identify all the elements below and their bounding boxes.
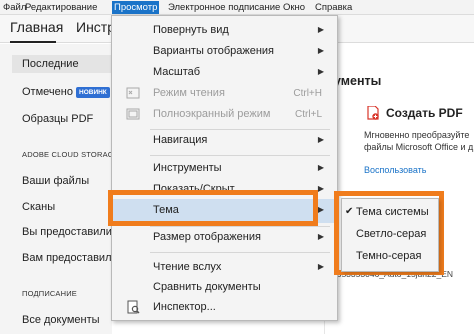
theme-option-label: Светло-серая <box>356 228 427 240</box>
menu-item-label: Варианты отображения <box>153 45 275 57</box>
menu-item-inspector[interactable]: Инспектор... <box>112 297 337 319</box>
menu-item-display-size[interactable]: Размер отображения ▶ <box>112 227 337 249</box>
chevron-right-icon: ▶ <box>317 135 324 144</box>
create-pdf-desc-line2: файлы Microsoft Office и д <box>364 142 474 152</box>
menu-item-tools[interactable]: Инструменты ▶ <box>112 158 337 180</box>
menu-separator <box>150 252 330 253</box>
menu-item-label: Сравнить документы <box>153 281 261 293</box>
nav-your-files[interactable]: Ваши файлы <box>22 175 89 187</box>
highlight-theme-box <box>108 190 318 226</box>
active-tab-indicator <box>10 41 56 43</box>
view-menu-dropdown: Повернуть вид ▶ Варианты отображения ▶ М… <box>111 15 338 321</box>
menu-item-shortcut: Ctrl+H <box>293 88 322 99</box>
inspector-icon <box>126 300 140 314</box>
menu-file[interactable]: Файл <box>3 1 26 14</box>
new-badge: НОВИНК <box>76 87 110 98</box>
menu-item-label: Инспектор... <box>153 301 216 313</box>
menu-item-page-display[interactable]: Варианты отображения ▶ <box>112 41 337 63</box>
checkmark-icon: ✔ <box>345 206 354 217</box>
chevron-right-icon: ▶ <box>317 232 324 241</box>
section-cloud-storage: ADOBE CLOUD STORAG <box>22 150 114 159</box>
menu-item-fullscreen: Полноэкранный режим Ctrl+L <box>112 104 337 126</box>
create-pdf-desc-line1: Мгновенно преобразуйте <box>364 130 470 140</box>
chevron-right-icon: ▶ <box>317 205 324 214</box>
chevron-right-icon: ▶ <box>317 163 324 172</box>
menu-item-shortcut: Ctrl+L <box>295 109 322 120</box>
fullscreen-icon <box>126 107 140 121</box>
nav-shared-by-you[interactable]: Вы предоставили д <box>22 226 121 238</box>
menu-help[interactable]: Справка <box>315 1 352 14</box>
theme-submenu: ✔ Тема системы Светло-серая Темно-серая <box>341 198 439 272</box>
nav-all-documents[interactable]: Все документы <box>22 314 100 326</box>
left-pane: Последние Отмечено НОВИНК Образцы PDF AD… <box>0 44 121 334</box>
menu-item-label: Инструменты <box>153 162 222 174</box>
create-pdf-icon <box>367 105 379 120</box>
chevron-right-icon: ▶ <box>317 46 324 55</box>
menu-item-compare-documents[interactable]: Сравнить документы <box>112 277 337 299</box>
theme-option-system[interactable]: ✔ Тема системы <box>342 202 438 224</box>
use-tool-link[interactable]: Воспользовать <box>364 165 426 175</box>
menu-item-read-aloud[interactable]: Чтение вслух ▶ <box>112 257 337 279</box>
menu-item-label: Полноэкранный режим <box>153 108 271 120</box>
menu-item-zoom[interactable]: Масштаб ▶ <box>112 62 337 84</box>
menu-window[interactable]: Окно <box>283 1 305 14</box>
tab-home[interactable]: Главная <box>10 19 63 35</box>
menu-item-label: Навигация <box>153 134 208 146</box>
theme-option-label: Тема системы <box>356 206 429 218</box>
chevron-right-icon: ▶ <box>317 184 324 193</box>
menu-item-navigation[interactable]: Навигация ▶ <box>112 130 337 152</box>
chevron-right-icon: ▶ <box>317 67 324 76</box>
menu-item-rotate-view[interactable]: Повернуть вид ▶ <box>112 20 337 42</box>
theme-option-light-gray[interactable]: Светло-серая <box>342 224 438 246</box>
nav-recent[interactable]: Последние <box>22 58 79 70</box>
create-pdf-title[interactable]: Создать PDF <box>386 106 463 120</box>
menu-item-label: Размер отображения <box>153 231 261 243</box>
menu-e-sign[interactable]: Электронное подписание <box>168 1 280 14</box>
menu-item-label: Чтение вслух <box>153 261 222 273</box>
menu-bar: Файл Редактирование Просмотр Электронное… <box>0 0 474 15</box>
section-signatures: ПОДПИСАНИЕ <box>22 289 77 298</box>
reading-mode-icon <box>126 86 140 100</box>
menu-view[interactable]: Просмотр <box>112 1 160 14</box>
menu-separator <box>150 155 330 156</box>
nav-shared-with-you[interactable]: Вам предоставил <box>22 252 112 264</box>
theme-option-dark-gray[interactable]: Темно-серая <box>342 246 438 268</box>
nav-scans[interactable]: Сканы <box>22 201 55 213</box>
nav-sample-pdfs[interactable]: Образцы PDF <box>22 113 93 125</box>
menu-item-reading-mode: Режим чтения Ctrl+H <box>112 83 337 105</box>
nav-starred[interactable]: Отмечено <box>22 86 73 98</box>
menu-item-label: Масштаб <box>153 66 201 78</box>
menu-item-label: Повернуть вид <box>153 24 229 36</box>
chevron-right-icon: ▶ <box>317 25 324 34</box>
section-heading: ументы <box>334 74 382 88</box>
chevron-right-icon: ▶ <box>317 262 324 271</box>
menu-edit[interactable]: Редактирование <box>25 1 97 14</box>
menu-item-label: Режим чтения <box>153 87 225 99</box>
theme-option-label: Темно-серая <box>356 250 422 262</box>
